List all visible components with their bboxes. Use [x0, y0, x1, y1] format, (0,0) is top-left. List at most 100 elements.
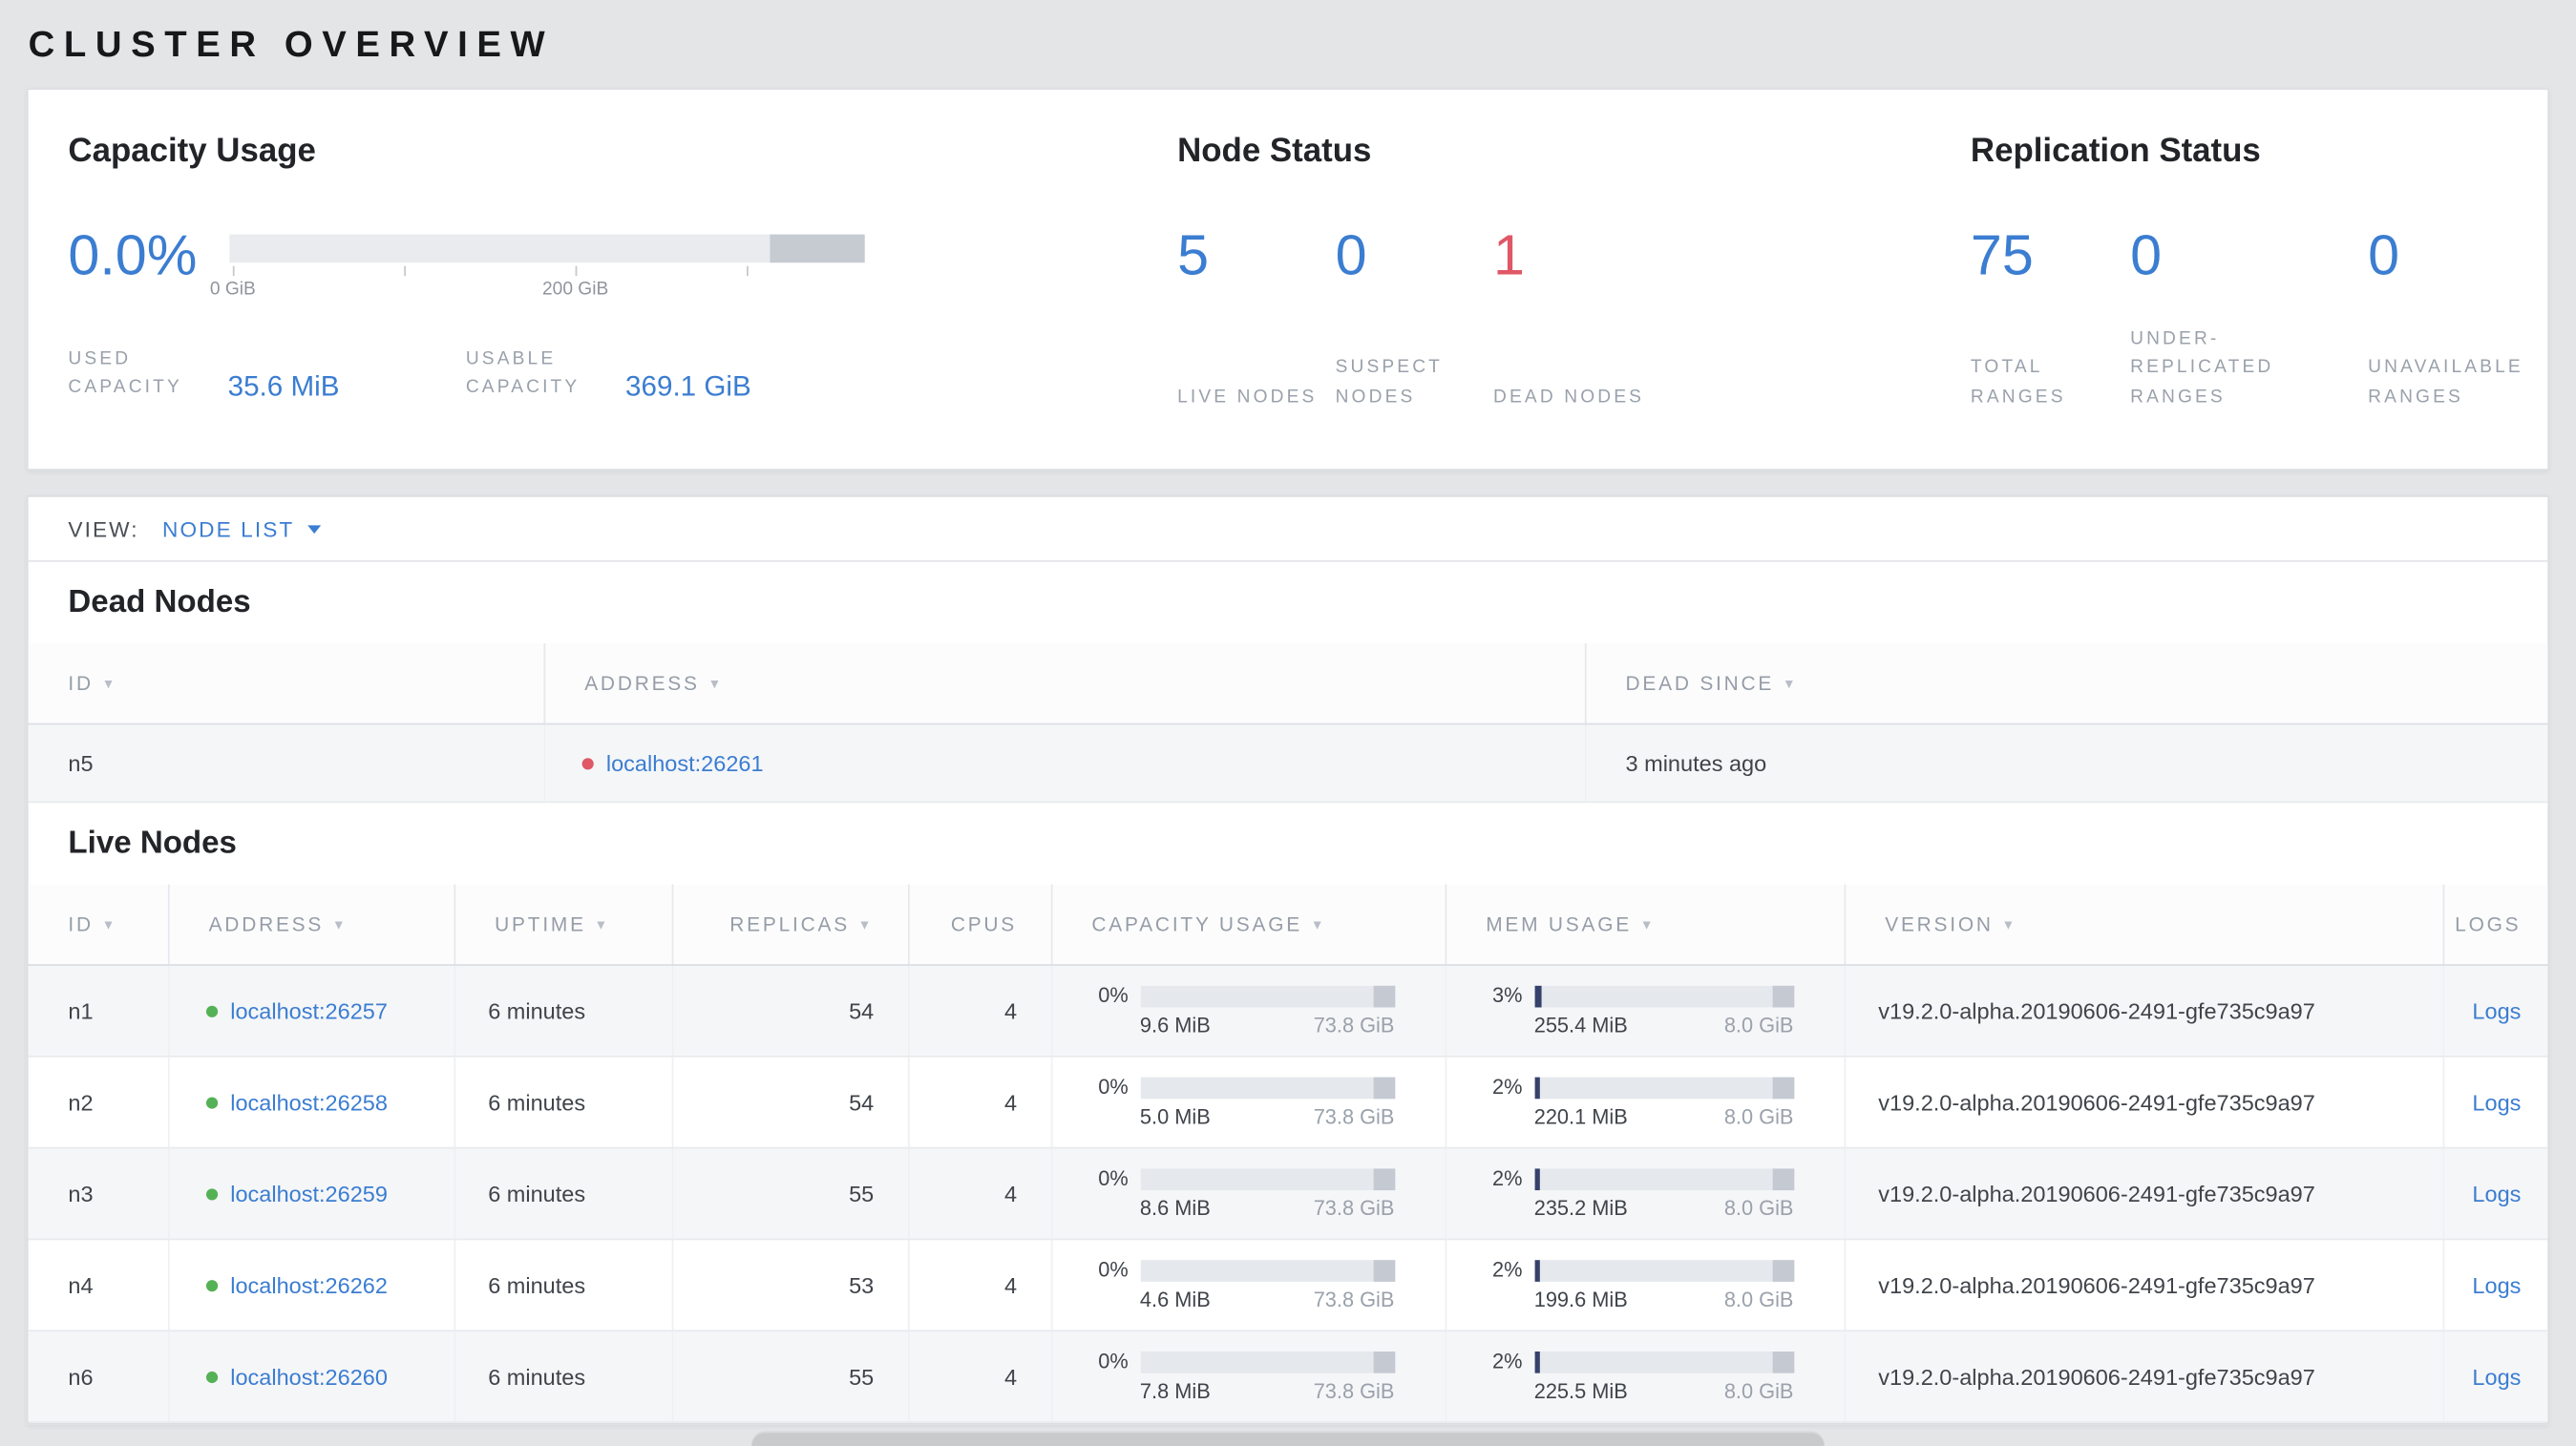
dead-col-id[interactable]: ID ▼: [28, 643, 545, 725]
suspect-nodes-stat: 0 SUSPECT NODES: [1336, 226, 1493, 412]
mem-usage-bar: [1533, 1167, 1794, 1190]
table-row: n3 localhost:26259 6 minutes 55 4 0% 8.6 MiB 73…: [28, 1147, 2548, 1241]
dead-status-icon: [581, 757, 593, 769]
cluster-overview-screen: CLUSTER OVERVIEW Capacity Usage 0.0% 0 G…: [0, 0, 2576, 1446]
sort-desc-icon: ▼: [101, 676, 118, 692]
mem-percent-label: 2%: [1492, 1258, 1523, 1282]
live-col-replicas[interactable]: REPLICAS ▼: [671, 884, 909, 966]
live-nodes-count: 5: [1177, 224, 1210, 288]
used-capacity-stat: USED CAPACITY 35.6 MiB: [68, 346, 339, 403]
uptime-cell: 6 minutes: [454, 1147, 673, 1241]
cpus-cell: 4: [907, 1056, 1052, 1149]
sort-desc-icon: ▼: [1782, 676, 1799, 692]
mem-percent-label: 2%: [1492, 1350, 1523, 1373]
logs-link[interactable]: Logs: [2472, 998, 2521, 1023]
dead-nodes-section-title: Dead Nodes: [68, 585, 251, 620]
axis-tick: [575, 265, 578, 277]
axis-tick: [232, 265, 235, 277]
mem-usage-bar: [1533, 1076, 1794, 1099]
capacity-usage-cell: 0% 9.6 MiB 73.8 GiB: [1050, 965, 1446, 1058]
logs-link[interactable]: Logs: [2472, 1272, 2521, 1297]
capacity-usage-bar: [1139, 984, 1395, 1007]
mem-total-value: 8.0 GiB: [1723, 1014, 1794, 1037]
capacity-percent: 0.0%: [68, 224, 198, 288]
table-header-row: ID ▼ ADDRESS ▼ DEAD SINCE ▼: [28, 643, 2548, 725]
suspect-nodes-count: 0: [1335, 224, 1367, 288]
uptime-cell: 6 minutes: [454, 1239, 673, 1332]
node-address-link[interactable]: localhost:26262: [230, 1272, 388, 1297]
sort-desc-icon: ▼: [707, 676, 725, 692]
mem-usage-cell: 2% 199.6 MiB 8.0 GiB: [1445, 1239, 1846, 1332]
capacity-total-value: 73.8 GiB: [1313, 1105, 1395, 1129]
version-cell: v19.2.0-alpha.20190606-2491-gfe735c9a97: [1844, 1056, 2444, 1149]
dead-nodes-table: ID ▼ ADDRESS ▼ DEAD SINCE ▼ n5 localhost:26…: [28, 643, 2548, 804]
mem-usage-cell: 2% 220.1 MiB 8.0 GiB: [1445, 1056, 1846, 1149]
live-col-mem-usage[interactable]: MEM USAGE ▼: [1445, 884, 1846, 966]
node-address-cell: localhost:26261: [543, 723, 1586, 804]
mem-usage-bar: [1533, 984, 1794, 1007]
view-selector-bar: VIEW: NODE LIST: [28, 497, 2548, 562]
live-col-capacity-usage[interactable]: CAPACITY USAGE ▼: [1050, 884, 1446, 966]
mem-total-value: 8.0 GiB: [1723, 1105, 1794, 1129]
live-col-cpus[interactable]: CPUS: [907, 884, 1052, 966]
mem-usage-bar: [1533, 1259, 1794, 1281]
live-col-address[interactable]: ADDRESS ▼: [167, 884, 455, 966]
capacity-usage-bar: [1139, 1259, 1395, 1281]
node-address-cell: localhost:26259: [167, 1147, 455, 1241]
logs-link[interactable]: Logs: [2472, 1181, 2521, 1205]
axis-tick: [404, 265, 406, 277]
capacity-bar: [229, 234, 865, 263]
node-address-link[interactable]: localhost:26261: [606, 750, 764, 775]
under-replicated-count: 0: [2130, 224, 2163, 288]
logs-cell: Logs: [2442, 965, 2548, 1058]
logs-link[interactable]: Logs: [2472, 1364, 2521, 1389]
node-address-cell: localhost:26258: [167, 1056, 455, 1149]
capacity-total-value: 73.8 GiB: [1313, 1288, 1395, 1312]
uptime-cell: 6 minutes: [454, 1056, 673, 1149]
suspect-nodes-label: SUSPECT NODES: [1335, 357, 1443, 407]
view-dropdown[interactable]: NODE LIST: [162, 516, 322, 541]
sort-desc-icon: ▼: [1639, 917, 1657, 933]
node-address-link[interactable]: localhost:26257: [230, 998, 388, 1023]
table-row: n6 localhost:26260 6 minutes 55 4 0% 7.8 MiB 73…: [28, 1331, 2548, 1423]
dead-col-address[interactable]: ADDRESS ▼: [543, 643, 1586, 725]
dead-col-dead-since[interactable]: DEAD SINCE ▼: [1584, 643, 2548, 725]
table-header-row: ID ▼ ADDRESS ▼ UPTIME ▼ REPLICAS ▼ CPUS CAPA…: [28, 884, 2548, 966]
chevron-down-icon: [307, 524, 322, 534]
table-row: n4 localhost:26262 6 minutes 53 4 0% 4.6 MiB 73…: [28, 1239, 2548, 1332]
unavailable-count: 0: [2368, 224, 2400, 288]
node-address-link[interactable]: localhost:26260: [230, 1364, 388, 1389]
node-address-link[interactable]: localhost:26258: [230, 1090, 388, 1115]
mem-used-value: 235.2 MiB: [1533, 1197, 1628, 1221]
node-address-link[interactable]: localhost:26259: [230, 1181, 388, 1205]
capacity-usage-cell: 0% 5.0 MiB 73.8 GiB: [1050, 1056, 1446, 1149]
node-status-title: Node Status: [1177, 133, 1372, 170]
used-capacity-label: USED CAPACITY: [68, 348, 182, 398]
live-col-id[interactable]: ID ▼: [28, 884, 169, 966]
mem-total-value: 8.0 GiB: [1723, 1288, 1794, 1312]
bottom-scrollbar-thumb[interactable]: [751, 1431, 1825, 1446]
cpus-cell: 4: [907, 1147, 1052, 1241]
live-nodes-stat: 5 LIVE NODES: [1177, 226, 1335, 412]
mem-used-value: 255.4 MiB: [1533, 1014, 1628, 1037]
live-status-icon: [205, 1371, 218, 1383]
capacity-used-value: 7.8 MiB: [1139, 1379, 1211, 1403]
mem-usage-bar: [1533, 1351, 1794, 1373]
sort-desc-icon: ▼: [2001, 917, 2018, 933]
live-col-uptime[interactable]: UPTIME ▼: [454, 884, 673, 966]
mem-percent-label: 2%: [1492, 1075, 1523, 1100]
capacity-total-value: 73.8 GiB: [1313, 1014, 1395, 1037]
live-col-version[interactable]: VERSION ▼: [1844, 884, 2444, 966]
capacity-total-value: 73.8 GiB: [1313, 1197, 1395, 1221]
replicas-cell: 54: [671, 1056, 909, 1149]
node-address-cell: localhost:26260: [167, 1331, 455, 1423]
logs-cell: Logs: [2442, 1239, 2548, 1332]
live-nodes-table: ID ▼ ADDRESS ▼ UPTIME ▼ REPLICAS ▼ CPUS CAPA…: [28, 884, 2548, 1423]
capacity-percent-label: 0%: [1098, 1166, 1129, 1191]
node-id-cell: n1: [28, 965, 169, 1058]
page-title: CLUSTER OVERVIEW: [28, 23, 555, 65]
capacity-usage-chart: 0 GiB 200 GiB: [210, 234, 865, 300]
logs-link[interactable]: Logs: [2472, 1090, 2521, 1115]
dead-nodes-stat: 1 DEAD NODES: [1493, 226, 1651, 412]
live-nodes-section-title: Live Nodes: [68, 826, 237, 862]
